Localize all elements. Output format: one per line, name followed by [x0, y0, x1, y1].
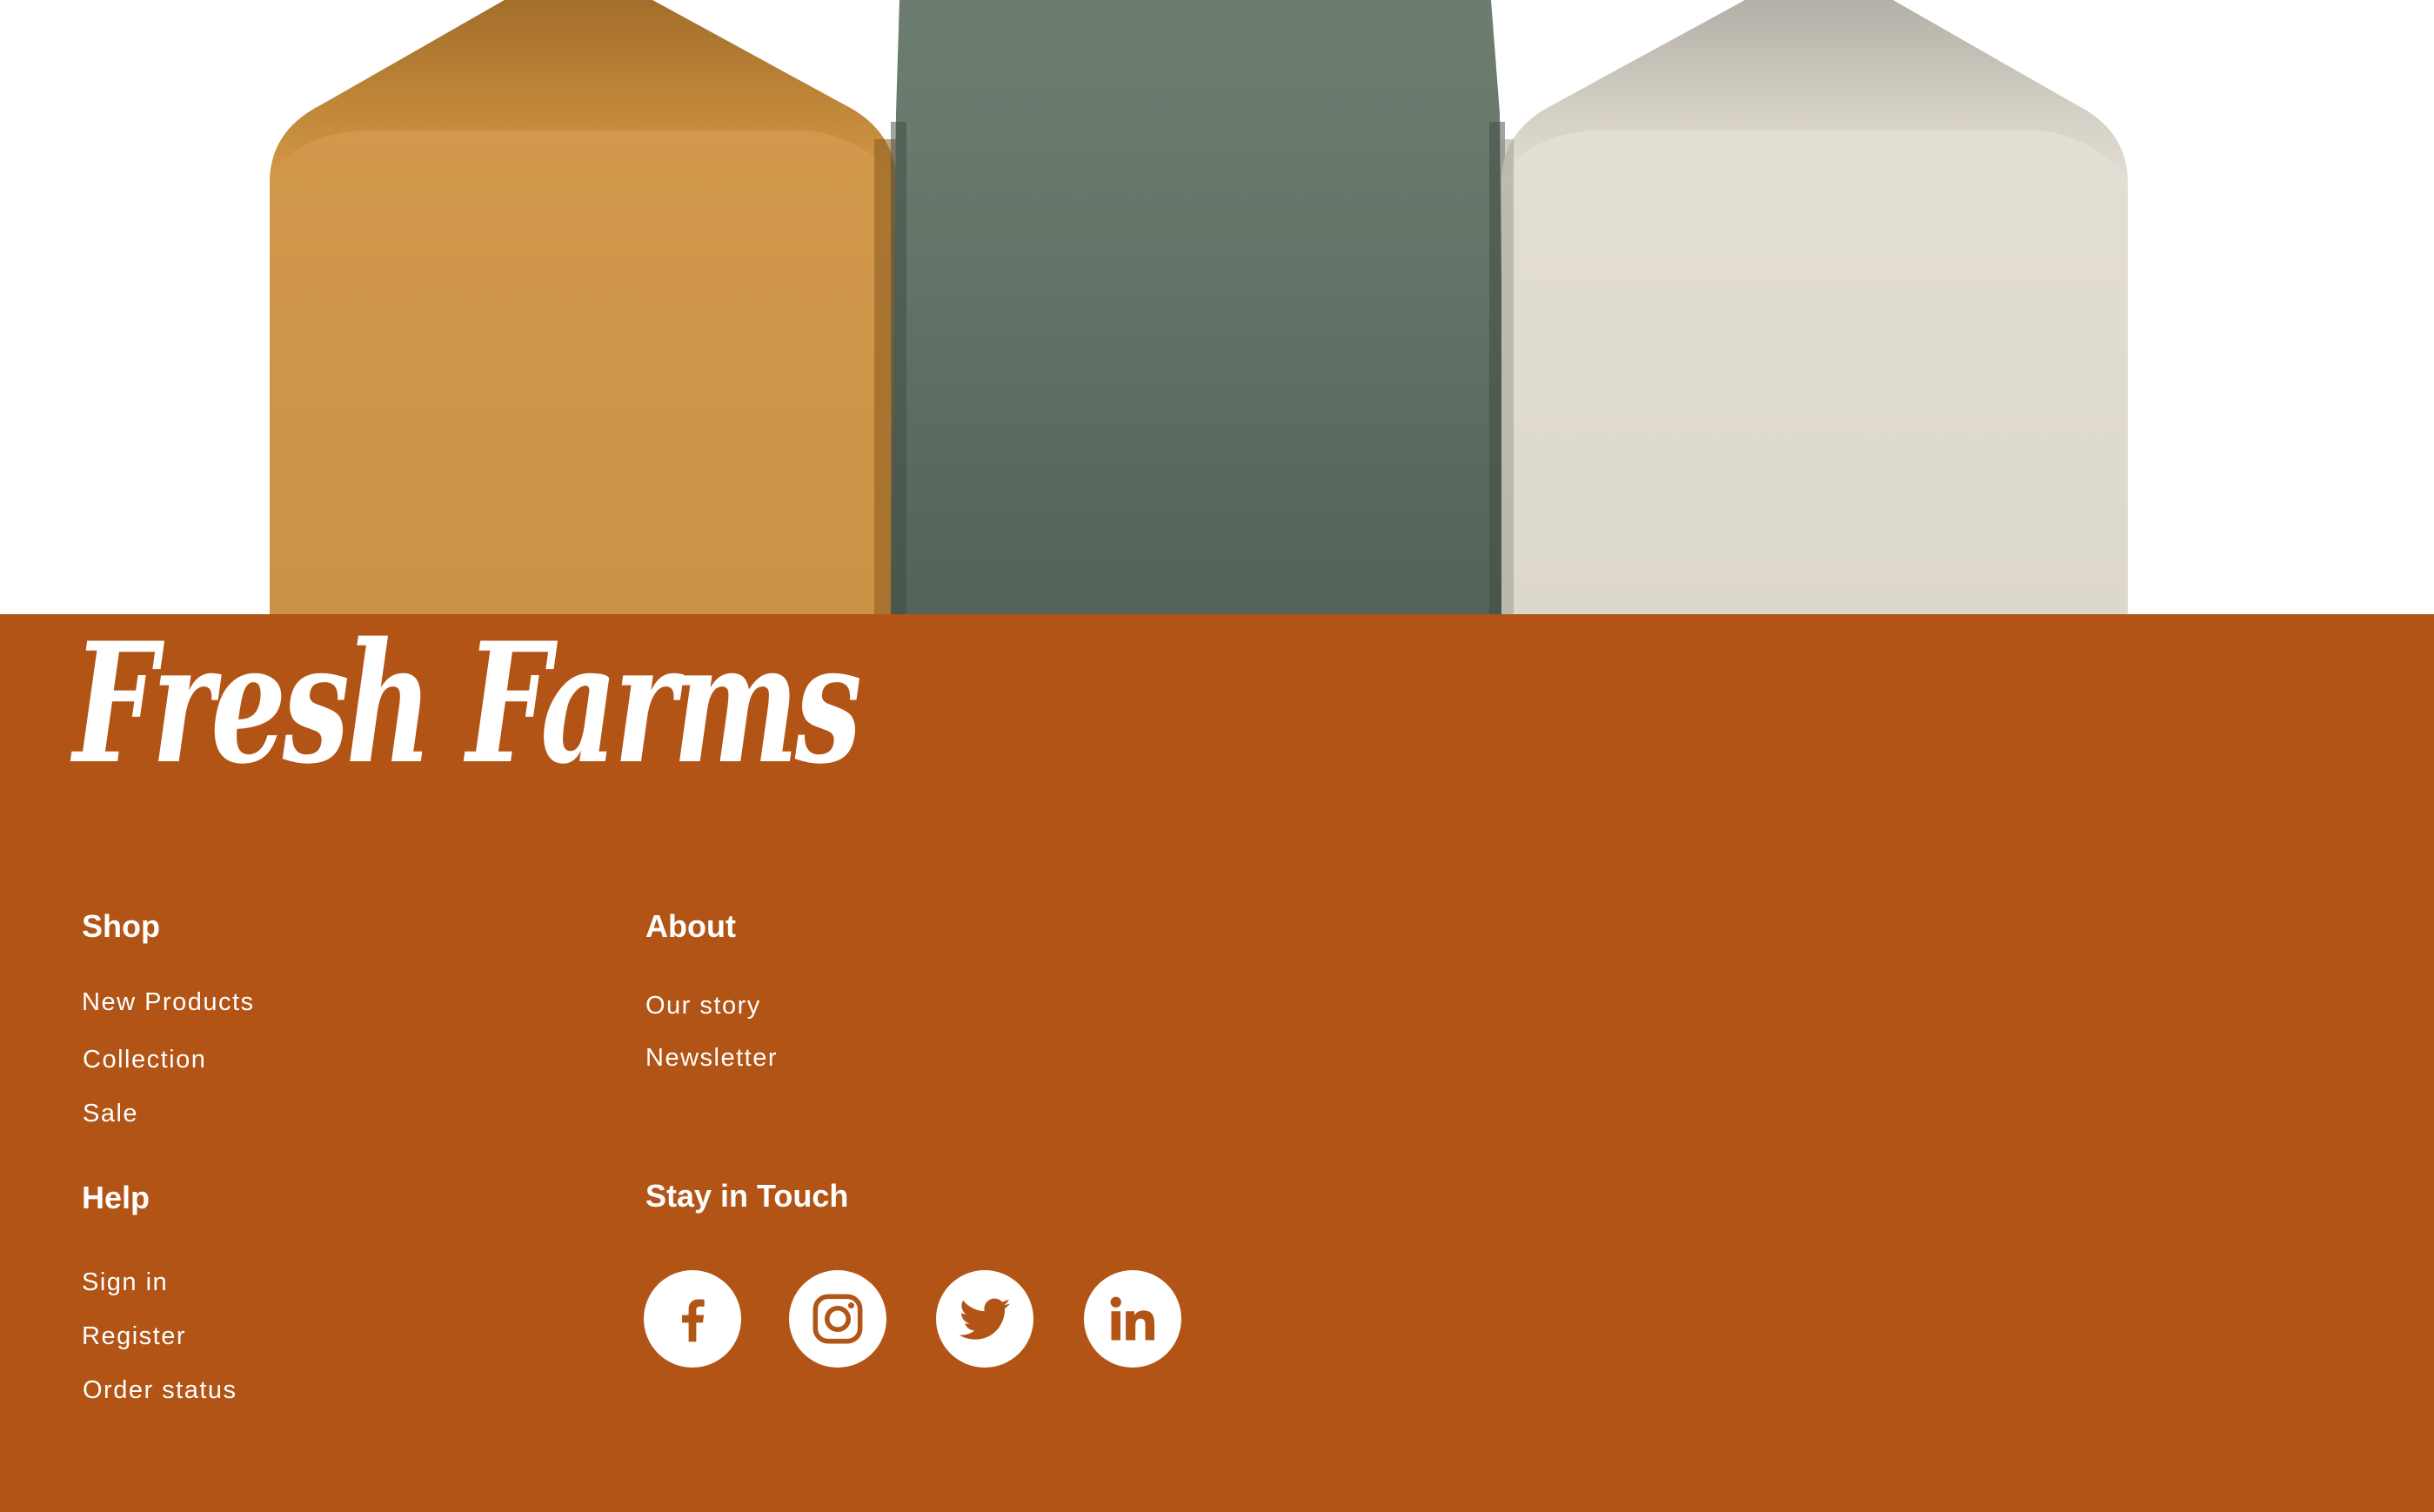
about-heading: About — [645, 908, 736, 944]
new-products-link[interactable]: New Products — [82, 988, 255, 1017]
linkedin-icon — [1110, 1296, 1155, 1341]
facebook-icon — [682, 1299, 705, 1342]
newsletter-link[interactable]: Newsletter — [645, 1044, 778, 1073]
stay-in-touch-heading: Stay in Touch — [645, 1178, 849, 1214]
sign-in-link[interactable]: Sign in — [82, 1268, 168, 1297]
facebook-button[interactable] — [644, 1270, 741, 1368]
collection-link[interactable]: Collection — [83, 1046, 206, 1074]
help-heading: Help — [82, 1180, 150, 1215]
sale-link[interactable]: Sale — [83, 1100, 138, 1128]
linkedin-button[interactable] — [1084, 1270, 1181, 1368]
our-story-link[interactable]: Our story — [645, 992, 761, 1020]
hero-image — [0, 0, 2434, 614]
brand-logo[interactable]: Fresh Farms — [73, 621, 862, 786]
twitter-icon — [959, 1298, 1011, 1340]
order-status-link[interactable]: Order status — [83, 1376, 237, 1405]
green-milk-carton — [891, 0, 1505, 614]
orange-milk-carton — [270, 0, 896, 614]
site-footer: Fresh Farms Shop New Products Collection… — [0, 614, 2434, 1512]
instagram-icon — [812, 1294, 863, 1344]
shop-heading: Shop — [82, 908, 160, 944]
register-link[interactable]: Register — [82, 1322, 186, 1351]
cream-milk-carton — [1501, 0, 2128, 614]
twitter-button[interactable] — [936, 1270, 1033, 1368]
instagram-button[interactable] — [789, 1270, 886, 1368]
